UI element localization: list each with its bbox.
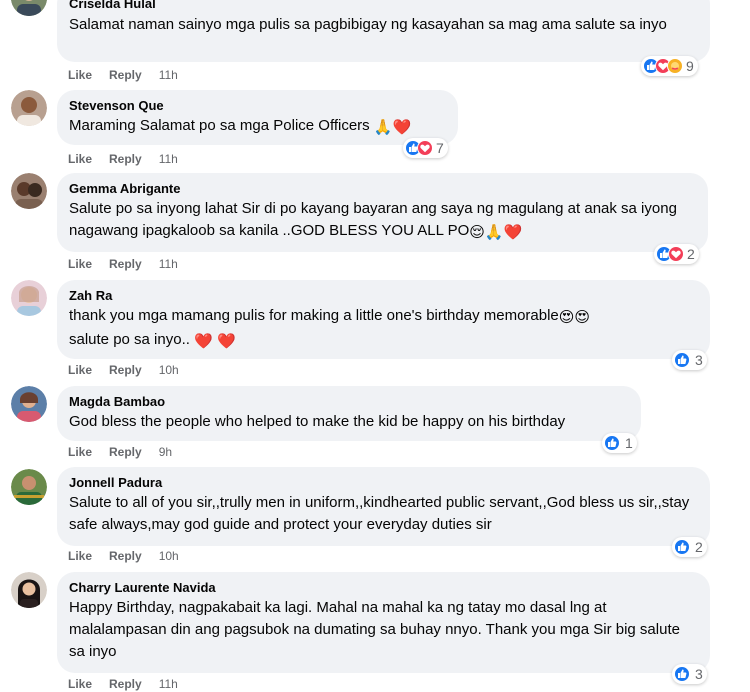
comment-text: Salute po sa inyong lahat Sir di po kaya… [69,198,696,244]
comment-timestamp[interactable]: 11h [159,257,178,271]
avatar[interactable] [11,173,47,209]
love-reaction-icon [417,140,433,156]
comment-bubble: Stevenson Que Maraming Salamat po sa mga… [57,90,458,145]
avatar[interactable] [11,386,47,422]
comment-timestamp[interactable]: 9h [159,445,172,459]
comment-text: Maraming Salamat po sa mga Police Office… [69,115,446,139]
comment-timestamp[interactable]: 11h [159,677,178,691]
like-button[interactable]: Like [68,549,92,563]
reaction-count: 2 [695,539,703,555]
avatar[interactable] [11,572,47,608]
like-reaction-icon [674,666,690,682]
reaction-summary[interactable]: 9 [641,56,698,76]
reaction-count: 3 [695,666,703,682]
comment-text: Salamat naman sainyo mga pulis sa pagbib… [69,16,667,33]
like-reaction-icon [604,435,620,451]
commenter-name[interactable]: Gemma Abrigante [69,181,696,197]
reaction-summary[interactable]: 3 [672,664,707,684]
comment-text: thank you mga mamang pulis for making a … [69,305,698,353]
comment-actions: Like Reply 11h [68,67,178,83]
reply-button[interactable]: Reply [109,68,142,82]
reaction-count: 7 [436,140,444,156]
reaction-count: 1 [625,435,633,451]
comment-timestamp[interactable]: 10h [159,549,179,563]
comment-actions: Like Reply 10h [68,362,179,378]
like-reaction-icon [674,352,690,368]
comment-bubble: Criselda Hulal Salamat naman sainyo mga … [57,0,710,62]
reply-button[interactable]: Reply [109,549,142,563]
like-button[interactable]: Like [68,677,92,691]
reaction-summary[interactable]: 7 [403,138,448,158]
comment-bubble: Magda Bambao God bless the people who he… [57,386,641,441]
like-button[interactable]: Like [68,68,92,82]
commenter-name[interactable]: Criselda Hulal [69,0,698,12]
like-button[interactable]: Like [68,152,92,166]
reaction-summary[interactable]: 2 [654,244,699,264]
comment-timestamp[interactable]: 11h [159,68,178,82]
comment-text: Salute to all of you sir,,trully men in … [69,494,690,533]
comment-actions: Like Reply 11h [68,151,178,167]
emoji: 🙏❤️ [373,119,412,136]
comment-text: God bless the people who helped to make … [69,413,566,430]
comment-bubble: Gemma Abrigante Salute po sa inyong laha… [57,173,708,252]
comment-bubble: Zah Ra thank you mga mamang pulis for ma… [57,280,710,359]
reaction-summary[interactable]: 2 [672,537,707,557]
like-button[interactable]: Like [68,363,92,377]
avatar[interactable] [11,0,47,16]
commenter-name[interactable]: Magda Bambao [69,394,629,410]
reply-button[interactable]: Reply [109,363,142,377]
emoji: 😌🙏❤️ [469,224,523,241]
comment-actions: Like Reply 9h [68,444,172,460]
reaction-summary[interactable]: 1 [602,433,637,453]
avatar[interactable] [11,280,47,316]
reply-button[interactable]: Reply [109,445,142,459]
comment-bubble: Jonnell Padura Salute to all of you sir,… [57,467,710,546]
like-button[interactable]: Like [68,257,92,271]
comment-actions: Like Reply 10h [68,548,179,564]
reaction-count: 3 [695,352,703,368]
reply-button[interactable]: Reply [109,152,142,166]
commenter-name[interactable]: Jonnell Padura [69,475,698,491]
commenter-name[interactable]: Stevenson Que [69,98,446,114]
care-reaction-icon [667,58,683,74]
like-reaction-icon [674,539,690,555]
reply-button[interactable]: Reply [109,677,142,691]
commenter-name[interactable]: Zah Ra [69,288,698,304]
avatar[interactable] [11,90,47,126]
comment-text: Happy Birthday, nagpakabait ka lagi. Mah… [69,599,680,660]
comment-timestamp[interactable]: 10h [159,363,179,377]
emoji: 😍😍 [558,309,591,326]
reaction-summary[interactable]: 3 [672,350,707,370]
reaction-count: 2 [687,246,695,262]
commenter-name[interactable]: Charry Laurente Navida [69,580,698,596]
comment-actions: Like Reply 11h [68,256,178,272]
love-reaction-icon [668,246,684,262]
comment-bubble: Charry Laurente Navida Happy Birthday, n… [57,572,710,673]
reaction-count: 9 [686,58,694,74]
comment-timestamp[interactable]: 11h [159,152,178,166]
emoji: ❤️ ❤️ [194,333,236,350]
avatar[interactable] [11,469,47,505]
like-button[interactable]: Like [68,445,92,459]
reply-button[interactable]: Reply [109,257,142,271]
comment-actions: Like Reply 11h [68,676,178,692]
